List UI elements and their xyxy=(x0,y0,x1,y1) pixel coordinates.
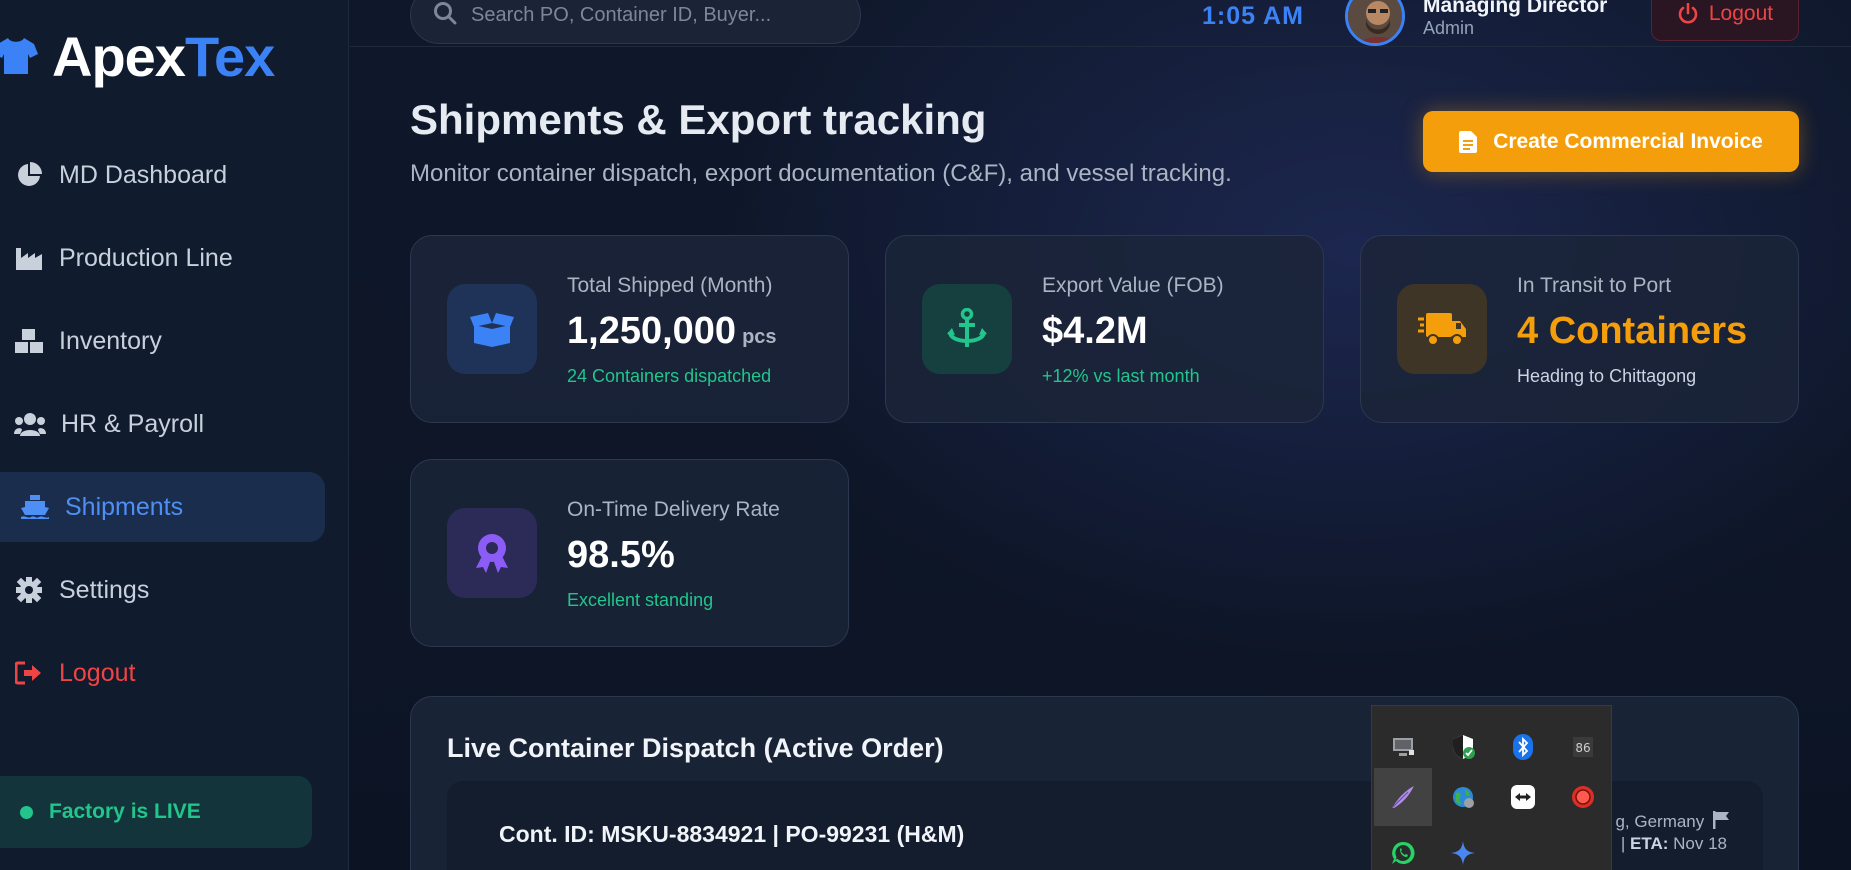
brand-logo[interactable]: Apex Tex xyxy=(0,24,275,88)
stat-value: $4.2M xyxy=(1042,310,1148,352)
stat-label: Total Shipped (Month) xyxy=(567,274,773,297)
boxes-icon xyxy=(14,327,44,355)
topbar: 1:05 AM Managing Director Admin Logout xyxy=(350,0,1851,47)
search-input[interactable] xyxy=(471,3,851,27)
sidebar: Apex Tex MD Dashboard Production Line Inv… xyxy=(0,0,349,870)
sidebar-item-shipments[interactable]: Shipments xyxy=(0,472,325,542)
search-icon xyxy=(433,1,457,30)
users-icon xyxy=(14,410,46,438)
stat-note: +12% vs last month xyxy=(1042,366,1200,386)
sidebar-nav: MD Dashboard Production Line Inventory H… xyxy=(0,140,325,721)
sign-out-icon xyxy=(14,659,44,687)
svg-text:86: 86 xyxy=(1575,741,1590,755)
user-role: Admin xyxy=(1423,18,1475,38)
eta: | ETA: Nov 18 xyxy=(1620,834,1727,853)
sidebar-item-label: Logout xyxy=(59,658,136,687)
search-box[interactable] xyxy=(410,0,861,44)
chart-pie-icon xyxy=(14,161,44,189)
container-id: Cont. ID: MSKU-8834921 | PO-99231 (H&M) xyxy=(499,821,965,847)
gear-icon xyxy=(14,576,44,604)
stat-label: In Transit to Port xyxy=(1517,274,1672,297)
stat-note: 24 Containers dispatched xyxy=(567,366,772,386)
tshirt-icon xyxy=(0,36,38,76)
brand-name-accent: Tex xyxy=(184,24,275,88)
sidebar-item-logout[interactable]: Logout xyxy=(0,638,325,708)
create-commercial-invoice-button[interactable]: Create Commercial Invoice xyxy=(1423,111,1799,172)
industry-icon xyxy=(14,244,44,272)
whatsapp-icon[interactable] xyxy=(1374,824,1432,870)
logout-label: Logout xyxy=(1708,1,1774,25)
globe-icon[interactable] xyxy=(1434,768,1492,826)
sidebar-item-label: HR & Payroll xyxy=(61,409,205,438)
sidebar-item-label: Inventory xyxy=(59,326,162,355)
stat-value: 1,250,000 pcs xyxy=(567,310,777,352)
factory-status-badge: Factory is LIVE xyxy=(0,776,312,848)
clock: 1:05 AM xyxy=(1202,2,1304,30)
sidebar-item-md-dashboard[interactable]: MD Dashboard xyxy=(0,140,325,210)
stat-card-in-transit: In Transit to Port 4 Containers Heading … xyxy=(1360,235,1799,423)
dispatch-title: Live Container Dispatch (Active Order) xyxy=(447,733,944,763)
sidebar-item-settings[interactable]: Settings xyxy=(0,555,325,625)
factory-status-text: Factory is LIVE xyxy=(49,800,201,823)
ship-icon xyxy=(20,493,50,521)
sidebar-item-inventory[interactable]: Inventory xyxy=(0,306,325,376)
stat-value: 4 Containers xyxy=(1517,310,1748,352)
system-tray-popup: 86 xyxy=(1371,705,1612,870)
user-name: Managing Director xyxy=(1423,0,1608,17)
logout-button[interactable]: Logout xyxy=(1651,0,1799,41)
sidebar-item-hr-payroll[interactable]: HR & Payroll xyxy=(0,389,325,459)
live-dot-icon xyxy=(20,805,33,819)
sparkle-icon[interactable] xyxy=(1434,824,1492,870)
page-title: Shipments & Export tracking xyxy=(410,96,987,143)
stat-card-export-value: Export Value (FOB) $4.2M +12% vs last mo… xyxy=(885,235,1324,423)
page-subtitle: Monitor container dispatch, export docum… xyxy=(410,160,1232,187)
stat-label: Export Value (FOB) xyxy=(1042,274,1224,297)
teamviewer-icon[interactable] xyxy=(1494,768,1552,826)
stat-card-on-time-delivery: On-Time Delivery Rate 98.5% Excellent st… xyxy=(410,459,849,647)
truck-fast-icon xyxy=(1397,284,1487,374)
stat-label: On-Time Delivery Rate xyxy=(567,498,780,521)
stat-card-total-shipped: Total Shipped (Month) 1,250,000 pcs 24 Co… xyxy=(410,235,849,423)
avatar[interactable] xyxy=(1345,0,1405,46)
stat-value: 98.5% xyxy=(567,534,675,576)
brand-name: Apex xyxy=(52,24,186,88)
power-icon xyxy=(1677,2,1699,25)
stat-note: Excellent standing xyxy=(567,590,714,610)
stat-note: Heading to Chittagong xyxy=(1517,366,1697,386)
record-icon[interactable] xyxy=(1554,768,1612,826)
sidebar-item-label: MD Dashboard xyxy=(59,160,228,189)
file-invoice-icon xyxy=(1459,130,1478,153)
flag-icon xyxy=(1713,811,1729,834)
feather-icon[interactable] xyxy=(1374,768,1432,826)
anchor-icon xyxy=(922,284,1012,374)
award-icon xyxy=(447,508,537,598)
sidebar-item-label: Shipments xyxy=(65,492,184,521)
box-open-icon xyxy=(447,284,537,374)
create-button-label: Create Commercial Invoice xyxy=(1493,129,1763,153)
sidebar-item-production-line[interactable]: Production Line xyxy=(0,223,325,293)
sidebar-item-label: Settings xyxy=(59,575,150,604)
stat-unit: pcs xyxy=(742,326,777,348)
sidebar-item-label: Production Line xyxy=(59,243,233,272)
